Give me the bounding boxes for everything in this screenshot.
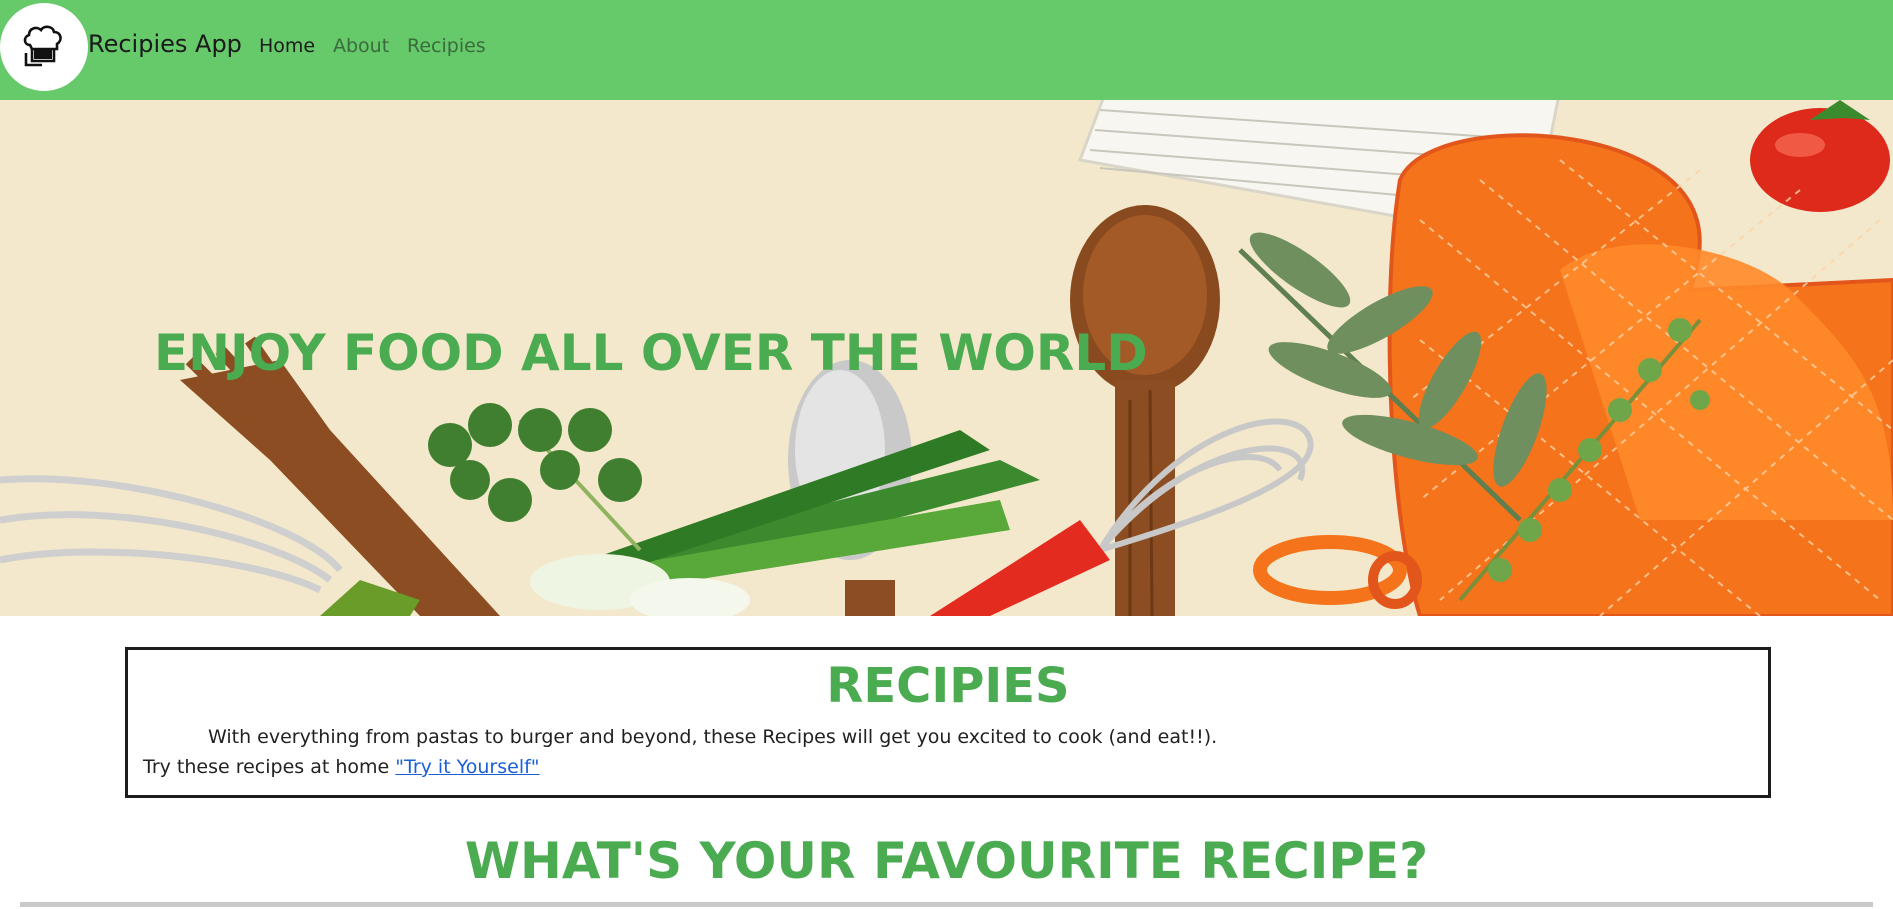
nav-link-recipies[interactable]: Recipies xyxy=(407,35,486,57)
navbar: Recipies App Home About Recipies xyxy=(0,0,1893,100)
recipes-heading: RECIPIES xyxy=(826,658,1070,714)
try-it-yourself-link[interactable]: "Try it Yourself" xyxy=(395,756,539,778)
recipes-try-text: Try these recipes at home xyxy=(143,756,396,778)
recipes-try-line: Try these recipes at home "Try it Yourse… xyxy=(143,756,540,778)
favourite-recipe-heading: WHAT'S YOUR FAVOURITE RECIPE? xyxy=(464,832,1429,890)
parsley-icon xyxy=(428,403,642,552)
recipes-section: RECIPIES With everything from pastas to … xyxy=(125,647,1771,798)
brand-title[interactable]: Recipies App xyxy=(88,30,242,58)
tomato-icon xyxy=(1750,100,1890,212)
recipes-description: With everything from pastas to burger an… xyxy=(208,726,1218,748)
section-divider xyxy=(20,902,1873,907)
chef-hat-logo-icon[interactable] xyxy=(0,3,88,91)
green-onion-icon xyxy=(530,430,1040,616)
hero-title: ENJOY FOOD ALL OVER THE WORLD xyxy=(154,324,1148,382)
nav-link-home[interactable]: Home xyxy=(259,35,315,57)
hero-banner: ENJOY FOOD ALL OVER THE WORLD xyxy=(0,100,1893,616)
nav-link-about[interactable]: About xyxy=(333,35,389,57)
